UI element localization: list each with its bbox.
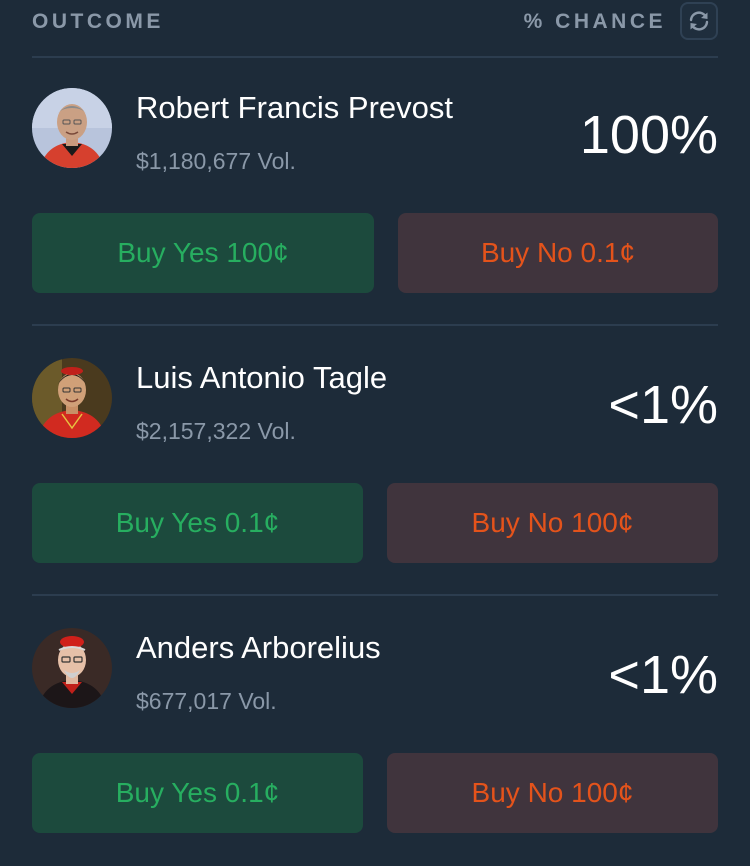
avatar — [32, 88, 112, 168]
buy-yes-button[interactable]: Buy Yes 0.1¢ — [32, 483, 363, 563]
outcome-chance: 100% — [579, 105, 718, 165]
avatar — [32, 358, 112, 438]
buy-yes-label: Buy Yes 0.1¢ — [115, 777, 280, 808]
outcome-name: Anders Arborelius — [136, 630, 381, 665]
buy-yes-label: Buy Yes 0.1¢ — [115, 507, 280, 538]
buy-no-label: Buy No 0.1¢ — [480, 237, 636, 268]
outcome-chance: <1% — [608, 645, 718, 705]
buy-no-label: Buy No 100¢ — [471, 507, 634, 538]
outcome-volume: $1,180,677 Vol. — [136, 148, 296, 174]
outcome-volume: $2,157,322 Vol. — [136, 418, 296, 444]
buy-yes-button[interactable]: Buy Yes 0.1¢ — [32, 753, 363, 833]
outcome-column-header: OUTCOME — [32, 10, 164, 33]
buy-no-button[interactable]: Buy No 100¢ — [387, 753, 718, 833]
avatar — [32, 628, 112, 708]
buy-yes-button[interactable]: Buy Yes 100¢ — [32, 213, 374, 293]
refresh-button[interactable] — [680, 2, 718, 40]
outcome-row[interactable]: Robert Francis Prevost $1,180,677 Vol. 1… — [32, 56, 718, 326]
outcome-chance: <1% — [608, 375, 718, 435]
table-header: OUTCOME % CHANCE — [32, 0, 718, 58]
outcome-name: Luis Antonio Tagle — [136, 360, 388, 395]
buy-no-label: Buy No 100¢ — [471, 777, 634, 808]
refresh-icon — [689, 11, 709, 31]
buy-yes-label: Buy Yes 100¢ — [117, 237, 289, 268]
outcome-row[interactable]: Anders Arborelius $677,017 Vol. <1% Buy … — [32, 596, 718, 866]
buy-no-button[interactable]: Buy No 100¢ — [387, 483, 718, 563]
outcome-name: Robert Francis Prevost — [136, 90, 453, 125]
outcome-row[interactable]: Luis Antonio Tagle $2,157,322 Vol. <1% B… — [32, 326, 718, 596]
outcome-volume: $677,017 Vol. — [136, 688, 277, 714]
chance-column-header: % CHANCE — [523, 10, 666, 33]
buy-no-button[interactable]: Buy No 0.1¢ — [398, 213, 718, 293]
